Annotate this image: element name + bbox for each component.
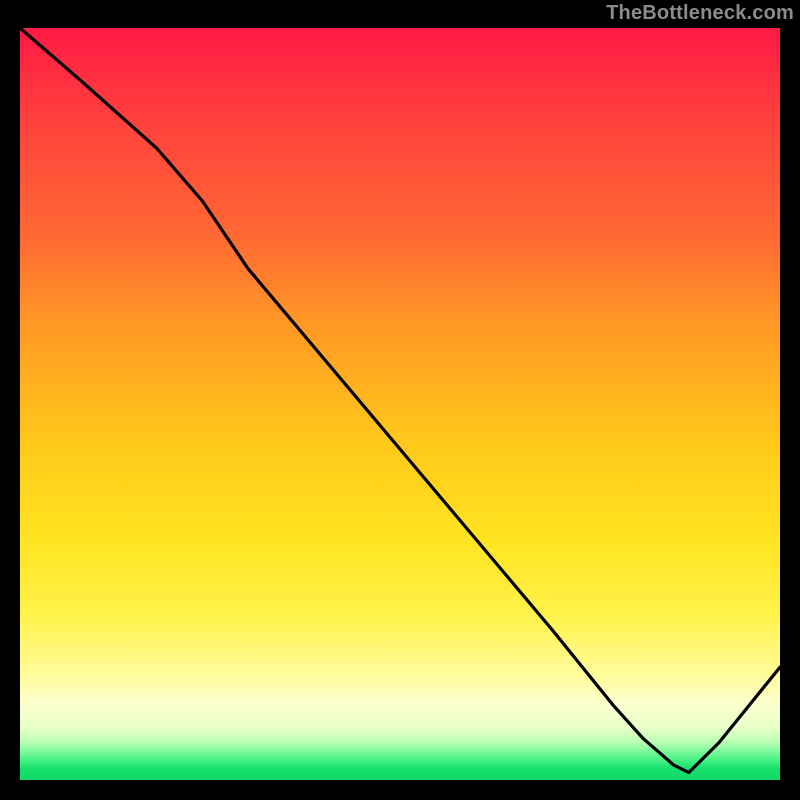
curve-svg bbox=[20, 28, 780, 780]
bottleneck-curve bbox=[20, 28, 780, 773]
chart-canvas: TheBottleneck.com bbox=[0, 0, 800, 800]
plot-area bbox=[20, 28, 780, 780]
attribution-text: TheBottleneck.com bbox=[606, 2, 794, 25]
